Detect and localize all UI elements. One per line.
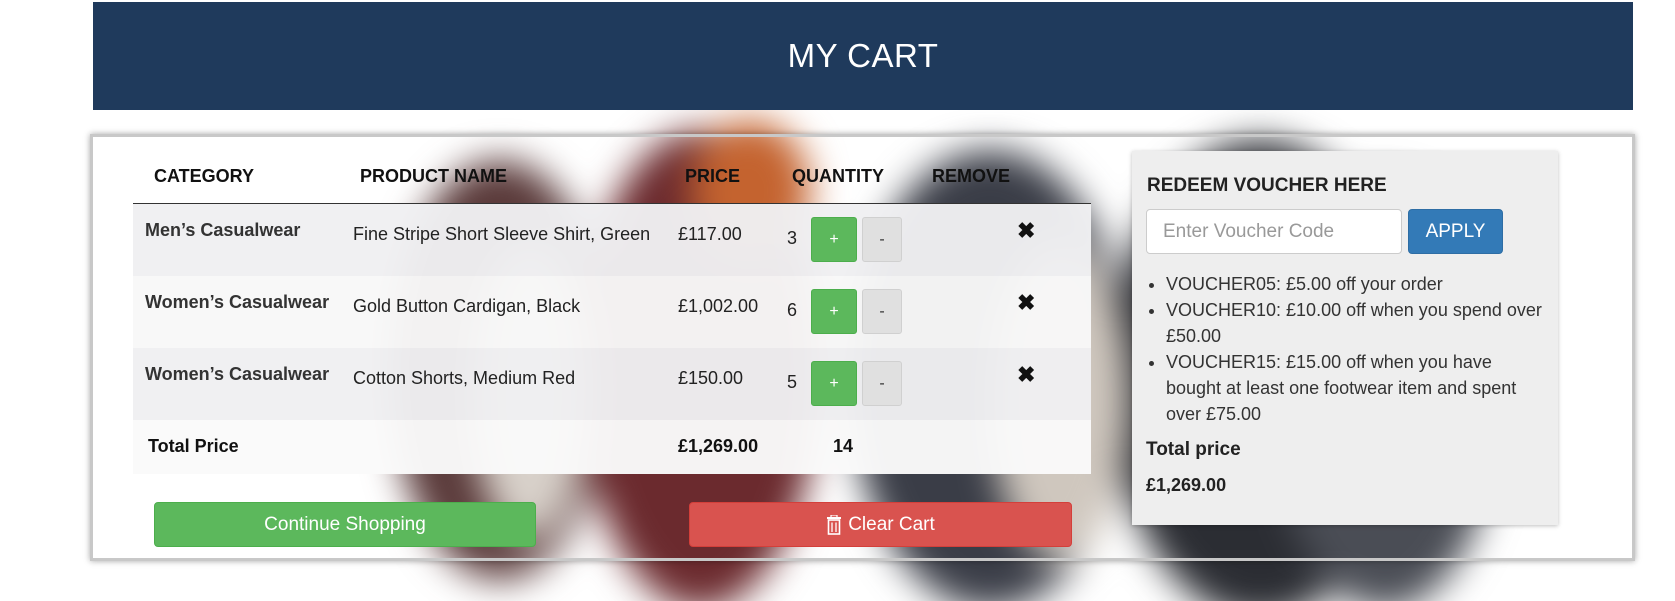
total-quantity: 14 bbox=[833, 436, 854, 456]
remove-item-icon[interactable]: ✖ bbox=[1017, 290, 1035, 316]
row-category: Men’s Casualwear bbox=[145, 220, 301, 240]
total-price: £1,269.00 bbox=[678, 436, 759, 456]
voucher-form: APPLY bbox=[1146, 209, 1544, 265]
remove-item-icon[interactable]: ✖ bbox=[1017, 218, 1035, 244]
page-title: MY CART bbox=[787, 37, 939, 74]
table-header: CATEGORY PRODUCT NAME PRICE QUANTITY REM… bbox=[133, 148, 1091, 204]
voucher-panel: REDEEM VOUCHER HERE APPLY VOUCHER05: £5.… bbox=[1132, 151, 1558, 525]
voucher-offer: VOUCHER05: £5.00 off your order bbox=[1166, 271, 1544, 297]
increase-quantity-button[interactable]: + bbox=[811, 217, 857, 262]
increase-quantity-button[interactable]: + bbox=[811, 361, 857, 406]
voucher-code-input[interactable] bbox=[1146, 209, 1402, 254]
row-category: Women’s Casualwear bbox=[145, 364, 330, 384]
cart-table: CATEGORY PRODUCT NAME PRICE QUANTITY REM… bbox=[133, 148, 1091, 474]
decrease-quantity-button[interactable]: - bbox=[862, 361, 902, 406]
voucher-title: REDEEM VOUCHER HERE bbox=[1147, 175, 1387, 196]
row-category: Women’s Casualwear bbox=[145, 292, 330, 312]
page-header: MY CART bbox=[93, 2, 1633, 110]
row-price: £1,002.00 bbox=[678, 296, 759, 316]
row-quantity: 6 bbox=[787, 300, 798, 320]
row-product-name: Cotton Shorts, Medium Red bbox=[353, 368, 576, 388]
total-row: Total Price £1,269.00 14 bbox=[133, 420, 1091, 474]
table-row: Men’s Casualwear Fine Stripe Short Sleev… bbox=[133, 204, 1091, 276]
voucher-total-label: Total price bbox=[1146, 439, 1241, 460]
trash-icon bbox=[826, 513, 842, 535]
voucher-offer: VOUCHER15: £15.00 off when you have boug… bbox=[1166, 349, 1544, 427]
decrease-quantity-button[interactable]: - bbox=[862, 289, 902, 334]
row-price: £150.00 bbox=[678, 368, 744, 388]
row-price: £117.00 bbox=[678, 224, 742, 244]
table-row: Women’s Casualwear Cotton Shorts, Medium… bbox=[133, 348, 1091, 420]
voucher-offers-list: VOUCHER05: £5.00 off your order VOUCHER1… bbox=[1146, 271, 1544, 427]
remove-item-icon[interactable]: ✖ bbox=[1017, 362, 1035, 388]
column-header-quantity: QUANTITY bbox=[792, 166, 884, 186]
row-quantity: 5 bbox=[787, 372, 798, 392]
increase-quantity-button[interactable]: + bbox=[811, 289, 857, 334]
continue-shopping-button[interactable]: Continue Shopping bbox=[154, 502, 536, 547]
clear-cart-button[interactable]: Clear Cart bbox=[689, 502, 1072, 547]
row-product-name: Fine Stripe Short Sleeve Shirt, Green bbox=[353, 224, 651, 244]
column-header-product: PRODUCT NAME bbox=[360, 166, 507, 186]
column-header-remove: REMOVE bbox=[932, 166, 1011, 186]
row-quantity: 3 bbox=[787, 228, 798, 248]
voucher-offer: VOUCHER10: £10.00 off when you spend ove… bbox=[1166, 297, 1544, 349]
clear-cart-label: Clear Cart bbox=[848, 513, 935, 535]
column-header-price: PRICE bbox=[685, 166, 741, 186]
apply-voucher-button[interactable]: APPLY bbox=[1408, 209, 1503, 254]
continue-shopping-label: Continue Shopping bbox=[264, 513, 426, 535]
voucher-total-value: £1,269.00 bbox=[1146, 475, 1227, 495]
total-label: Total Price bbox=[148, 436, 239, 456]
row-product-name: Gold Button Cardigan, Black bbox=[353, 296, 581, 316]
decrease-quantity-button[interactable]: - bbox=[862, 217, 902, 262]
column-header-category: CATEGORY bbox=[154, 166, 255, 186]
table-row: Women’s Casualwear Gold Button Cardigan,… bbox=[133, 276, 1091, 348]
